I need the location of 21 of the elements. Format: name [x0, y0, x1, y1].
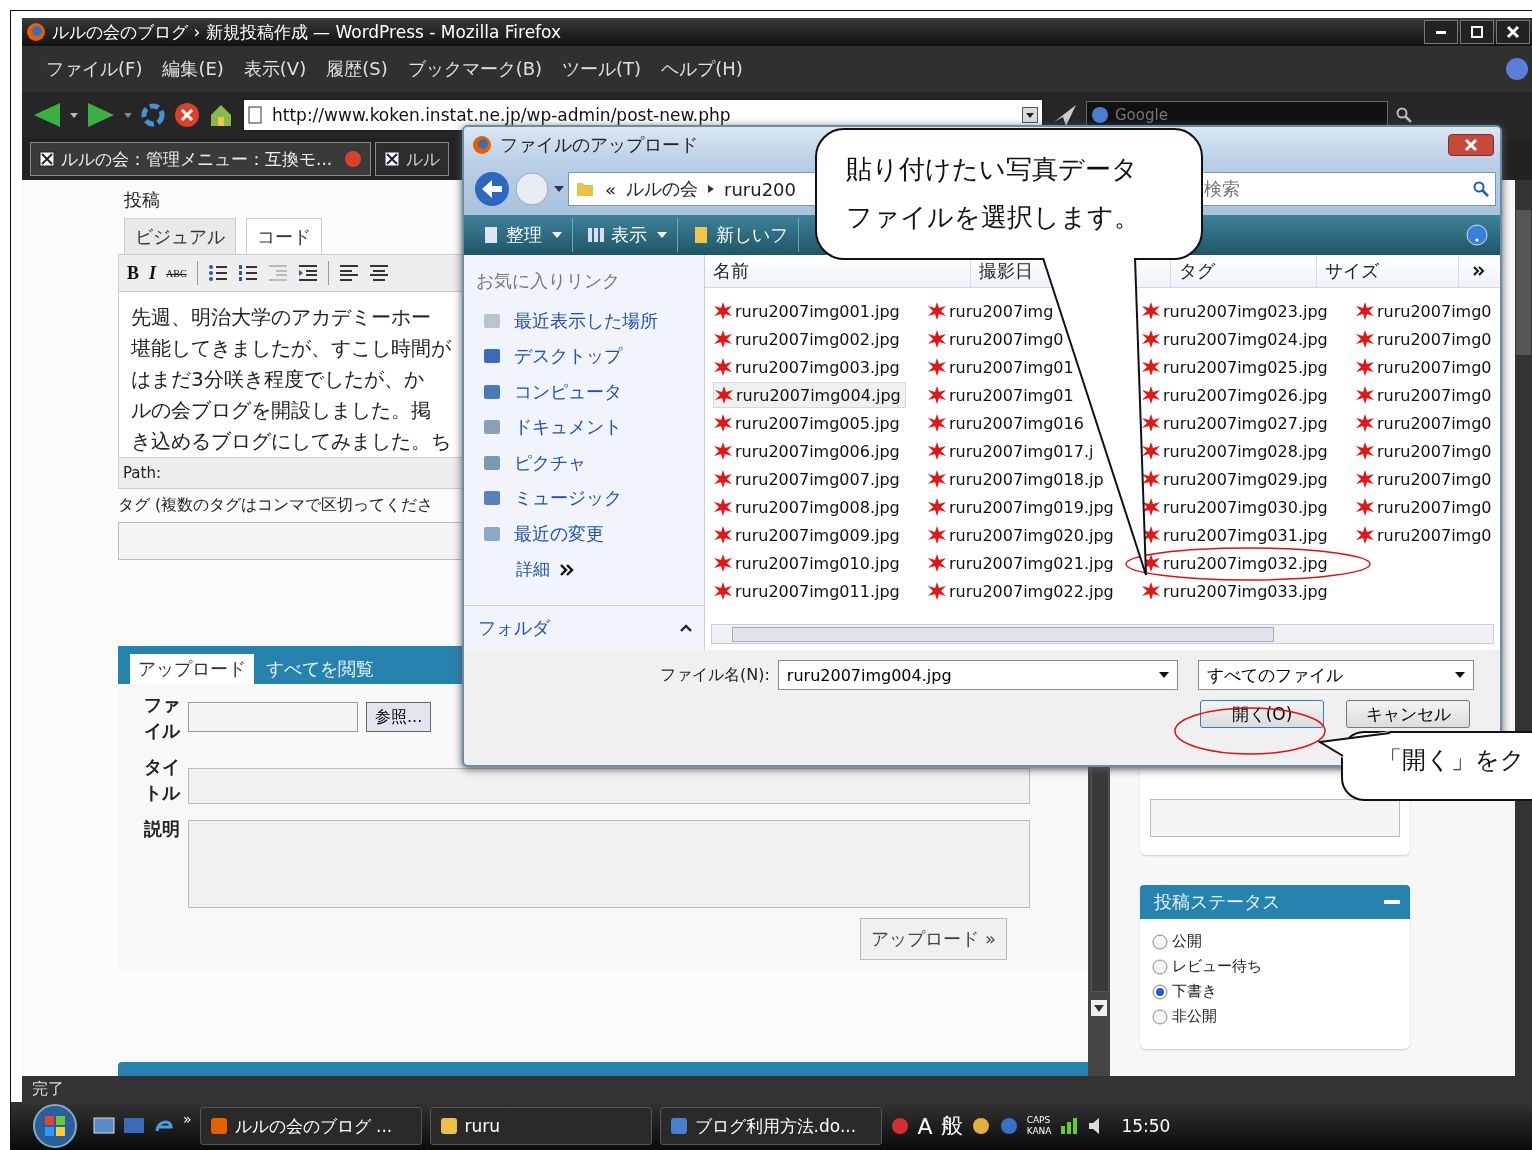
text-line: 先週、明治大学のアカデミーホー	[131, 304, 431, 331]
kana-indicator: KANA	[1026, 1126, 1052, 1137]
path-label: Path:	[123, 464, 161, 482]
field-label: タイトル	[144, 755, 180, 805]
callout-text: 「開く」をク	[1378, 745, 1525, 776]
field-label: ファイル名(N):	[660, 664, 770, 686]
caps-indicator: CAPS	[1026, 1115, 1052, 1126]
panel-title: 投稿ステータス	[1154, 890, 1280, 914]
field-label: 説明	[144, 817, 180, 841]
dialog-title: ファイルのアップロード	[500, 133, 698, 157]
clock: 15:50	[1121, 1116, 1171, 1136]
tags-label: タグ (複数のタグはコンマで区切ってくださ	[118, 495, 433, 516]
text-line: ルの会ブログを開設しました。掲	[131, 397, 431, 424]
window-title: ルルの会のブログ › 新規投稿作成 — WordPress - Mozilla Firefox	[52, 20, 563, 44]
pane-heading: お気に入りリンク	[476, 269, 621, 293]
text-line: はまだ3分咲き程度でしたが、か	[131, 366, 424, 393]
field-label: ファイル	[144, 693, 180, 743]
text-line: 堪能してきましたが、すこし時間が	[131, 335, 451, 362]
text-line: き込めるブログにしてみました。ち	[131, 428, 451, 455]
section-heading: 投稿	[123, 188, 160, 212]
status-text: 完了	[32, 1078, 64, 1100]
